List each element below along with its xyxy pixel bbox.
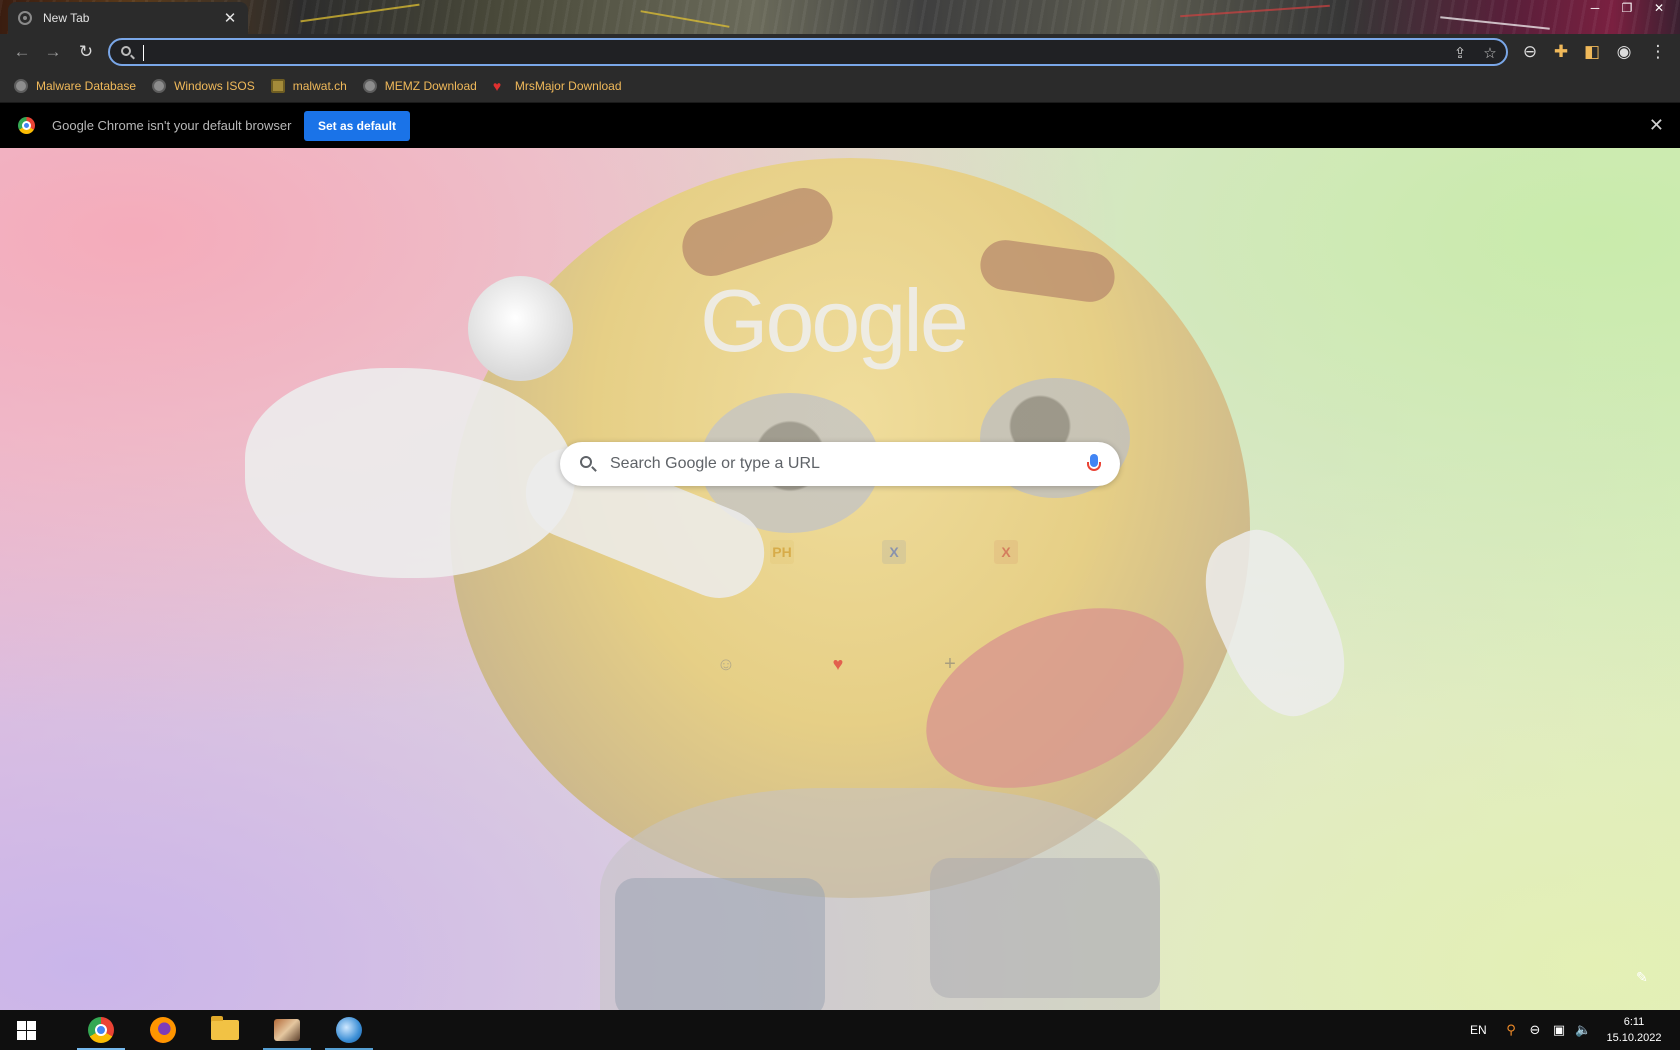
bookmark-label: malwat.ch: [292, 79, 347, 93]
start-button[interactable]: [0, 1010, 52, 1050]
shortcut-favicon-icon: X: [994, 540, 1018, 564]
chrome-icon: [88, 1017, 114, 1043]
close-window-button[interactable]: ✕: [1644, 0, 1674, 18]
bookmark-star-icon[interactable]: ☆: [1480, 44, 1500, 64]
close-tab-icon[interactable]: ✕: [222, 9, 238, 27]
search-tray-icon[interactable]: ⚲: [1503, 1022, 1519, 1038]
wallpaper-shoe: [615, 878, 825, 1010]
reload-button[interactable]: ↻: [74, 40, 98, 64]
share-icon[interactable]: ⇪: [1450, 44, 1470, 64]
minimize-window-button[interactable]: ─: [1580, 0, 1610, 18]
shortcut-favicon-icon: X: [882, 540, 906, 564]
bookmark-label: MrsMajor Download: [514, 79, 622, 93]
system-clock[interactable]: 6:11 15.10.2022: [1604, 1014, 1664, 1046]
add-icon: +: [944, 652, 956, 675]
ntp-search-box[interactable]: [560, 442, 1120, 486]
bookmark-label: MEMZ Download: [384, 79, 477, 93]
globe-icon: [336, 1017, 362, 1043]
chrome-logo-icon: [18, 117, 35, 134]
back-button[interactable]: ←: [10, 40, 34, 64]
globe-icon: [14, 79, 28, 93]
firefox-icon: [150, 1017, 176, 1043]
new-tab-page: Google PH X X ☺ ♥ + ✎: [0, 148, 1680, 1010]
shortcut-tile[interactable]: PH: [726, 526, 838, 638]
wallpaper-scribble: [1180, 4, 1330, 18]
address-input[interactable]: [142, 42, 1392, 62]
menu-kebab-icon[interactable]: ⋮: [1646, 40, 1670, 64]
search-icon: [121, 46, 131, 56]
taskbar-network-app[interactable]: [321, 1010, 377, 1050]
address-bar[interactable]: ⇪ ☆: [108, 38, 1508, 66]
bookmark-windows-isos[interactable]: Windows ISOS: [152, 79, 255, 93]
wallpaper-shoe: [930, 858, 1160, 998]
microphone-icon[interactable]: [1087, 454, 1101, 471]
default-browser-infobar: Google Chrome isn't your default browser…: [0, 102, 1680, 148]
ntp-search-input[interactable]: [610, 453, 1050, 475]
set-as-default-button[interactable]: Set as default: [304, 111, 410, 141]
taskbar-file-explorer[interactable]: [197, 1010, 253, 1050]
heart-icon: ♥: [492, 78, 502, 94]
text-caret: [143, 45, 144, 61]
extension-circle-icon[interactable]: ⊖: [1518, 40, 1542, 64]
globe-icon: [362, 79, 377, 93]
app-icon: [274, 1019, 300, 1041]
taskbar-app[interactable]: [259, 1010, 315, 1050]
browser-toolbar: ← → ↻ ⇪ ☆ ⊖ ✚ ◧ ◉ ⋮: [0, 34, 1680, 70]
folder-icon: [211, 1016, 239, 1040]
bookmark-label: Windows ISOS: [174, 79, 255, 93]
taskbar-firefox[interactable]: [135, 1010, 191, 1050]
google-logo: Google: [700, 271, 969, 370]
language-indicator[interactable]: EN: [1470, 1010, 1487, 1050]
bookmark-memz-download[interactable]: MEMZ Download: [362, 79, 477, 93]
shortcut-tile[interactable]: X: [950, 526, 1062, 638]
shortcut-favicon-icon: [658, 540, 682, 564]
tab-title: New Tab: [43, 11, 90, 25]
shortcut-tile[interactable]: ☺: [670, 638, 782, 750]
heart-icon: ♥: [832, 653, 844, 674]
bookmark-malware-database[interactable]: Malware Database: [14, 79, 136, 93]
bookmark-label: Malware Database: [36, 79, 137, 93]
shortcut-favicon-icon: PH: [770, 540, 794, 564]
active-tab[interactable]: New Tab ✕: [8, 2, 248, 34]
restore-window-button[interactable]: ❐: [1612, 0, 1642, 18]
globe-icon: [152, 79, 167, 93]
add-shortcut-tile[interactable]: +: [894, 638, 1006, 750]
clock-date: 15.10.2022: [1606, 1032, 1662, 1044]
shortcut-tile[interactable]: ♥: [782, 638, 894, 750]
shortcut-favicon-icon: ☺: [716, 653, 736, 674]
network-icon[interactable]: ▣: [1551, 1022, 1567, 1038]
shortcut-tile[interactable]: [614, 526, 726, 638]
wallpaper-scribble: [1440, 16, 1550, 30]
volume-icon[interactable]: 🔈: [1575, 1022, 1591, 1038]
profile-avatar-icon[interactable]: ◉: [1612, 40, 1636, 64]
bookmarks-bar: Malware Database Windows ISOS malwat.ch …: [0, 70, 1680, 102]
tab-strip: New Tab ✕ ─ ❐ ✕: [0, 0, 1680, 34]
customize-pencil-icon[interactable]: ✎: [1636, 969, 1652, 985]
tray-circle-icon[interactable]: ⊖: [1527, 1022, 1543, 1038]
wallpaper-scribble: [640, 10, 730, 28]
wallpaper-scribble: [300, 3, 420, 23]
infobar-message: Google Chrome isn't your default browser: [52, 118, 292, 133]
warning-icon: [270, 79, 285, 93]
taskbar-chrome[interactable]: [73, 1010, 129, 1050]
bookmark-mrsmajor-download[interactable]: ♥ MrsMajor Download: [493, 79, 622, 93]
forward-button[interactable]: →: [41, 40, 65, 64]
wallpaper-ball: [468, 276, 573, 381]
side-panel-icon[interactable]: ◧: [1580, 40, 1604, 64]
windows-taskbar: EN ⚲ ⊖ ▣ 🔈 6:11 15.10.2022: [0, 1010, 1680, 1050]
new-tab-favicon-icon: [18, 11, 32, 25]
search-icon: [580, 456, 592, 468]
extensions-puzzle-icon[interactable]: ✚: [1549, 40, 1573, 64]
close-infobar-icon[interactable]: ✕: [1649, 115, 1664, 136]
windows-logo-icon: [16, 1020, 36, 1040]
shortcut-tile[interactable]: X: [838, 526, 950, 638]
bookmark-malwatch[interactable]: malwat.ch: [270, 79, 347, 93]
clock-time: 6:11: [1623, 1016, 1645, 1028]
